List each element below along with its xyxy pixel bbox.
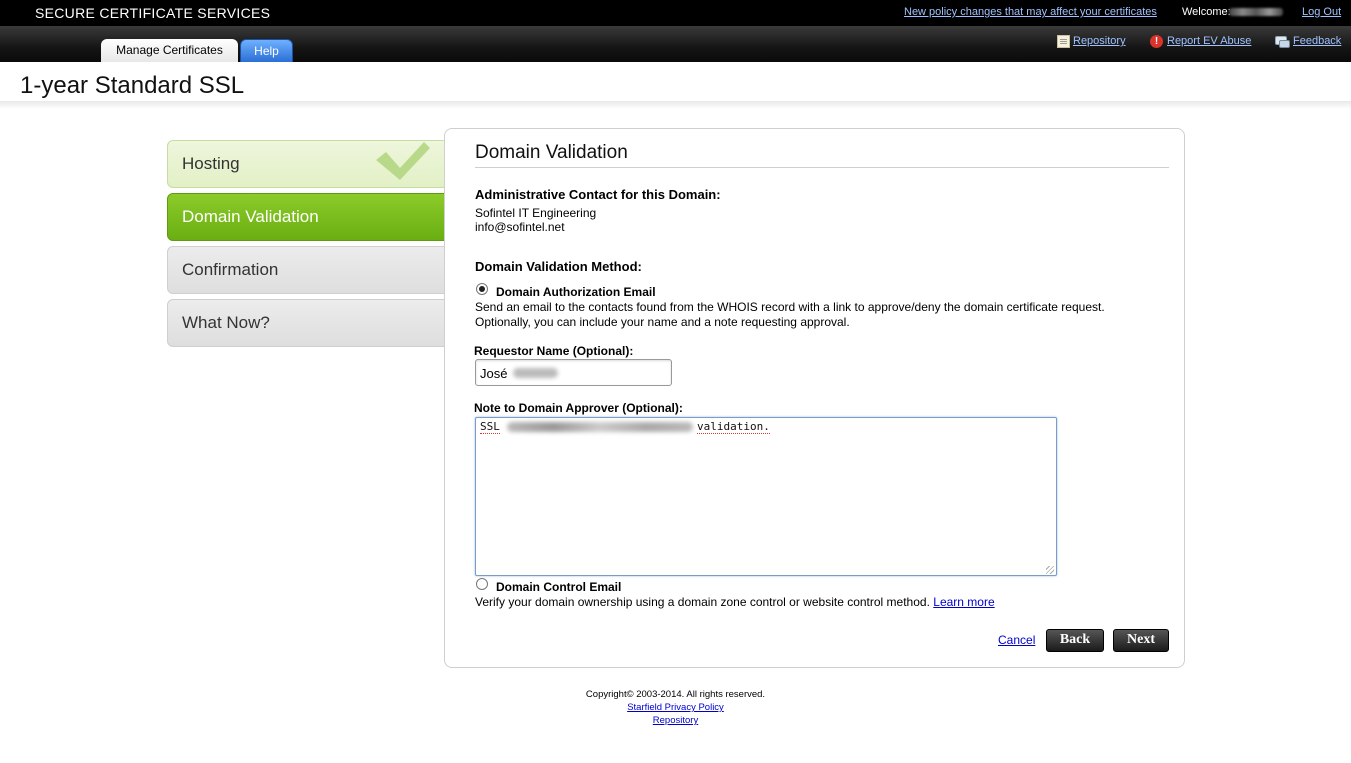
requestor-name-label: Requestor Name (Optional): <box>474 344 634 358</box>
brand-title: SECURE CERTIFICATE SERVICES <box>35 5 271 21</box>
nav-bar: Manage Certificates Help Repository ! Re… <box>0 26 1351 62</box>
title-divider <box>0 101 1351 109</box>
step-domain-validation[interactable]: Domain Validation <box>167 193 445 241</box>
note-text-end: validation. <box>697 420 770 434</box>
logout-link[interactable]: Log Out <box>1302 6 1341 18</box>
back-button[interactable]: Back <box>1046 629 1104 652</box>
footer-privacy-row: Starfield Privacy Policy <box>0 702 1351 713</box>
cancel-link[interactable]: Cancel <box>998 633 1035 647</box>
admin-org: Sofintel IT Engineering <box>475 206 597 220</box>
control-email-description: Verify your domain ownership using a dom… <box>475 595 930 609</box>
next-button[interactable]: Next <box>1113 629 1169 652</box>
note-textarea[interactable] <box>475 417 1057 576</box>
footer-repository-row: Repository <box>0 715 1351 726</box>
radio-domain-authorization-email[interactable] <box>476 283 488 295</box>
feedback-link[interactable]: Feedback <box>1293 35 1341 47</box>
admin-email: info@sofintel.net <box>475 220 565 234</box>
report-ev-abuse-link[interactable]: Report EV Abuse <box>1167 35 1251 47</box>
admin-contact-label: Administrative Contact for this Domain: <box>475 187 721 202</box>
panel-title: Domain Validation <box>475 142 628 163</box>
method-label: Domain Validation Method: <box>475 259 642 274</box>
welcome-label: Welcome: <box>1182 6 1231 18</box>
option-auth-email-label: Domain Authorization Email <box>496 285 656 299</box>
option-control-email-label: Domain Control Email <box>496 580 622 594</box>
option-auth-email-desc-2: Optionally, you can include your name an… <box>475 315 850 329</box>
policy-changes-link[interactable]: New policy changes that may affect your … <box>904 6 1157 18</box>
alert-icon: ! <box>1150 35 1163 48</box>
option-auth-email-desc-1: Send an email to the contacts found from… <box>475 300 1105 314</box>
redacted-surname <box>513 368 558 378</box>
tab-help[interactable]: Help <box>240 39 293 62</box>
note-text-start: SSL <box>480 420 500 434</box>
requestor-name-value: José <box>480 366 508 381</box>
redacted-username <box>1229 8 1283 16</box>
option-control-email-desc: Verify your domain ownership using a dom… <box>475 595 995 609</box>
footer-copyright: Copyright© 2003-2014. All rights reserve… <box>585 689 766 700</box>
document-icon <box>1057 35 1070 48</box>
page-title: 1-year Standard SSL <box>20 72 245 99</box>
tab-manage-certificates[interactable]: Manage Certificates <box>101 39 238 62</box>
note-label: Note to Domain Approver (Optional): <box>474 401 683 415</box>
step-what-now[interactable]: What Now? <box>167 299 445 347</box>
footer-repository-link[interactable]: Repository <box>653 715 698 726</box>
privacy-policy-link[interactable]: Starfield Privacy Policy <box>627 702 724 713</box>
radio-domain-control-email[interactable] <box>476 578 488 590</box>
panel-divider <box>475 167 1169 168</box>
checkmark-icon <box>376 142 430 180</box>
learn-more-link[interactable]: Learn more <box>933 595 994 609</box>
step-confirmation[interactable]: Confirmation <box>167 246 445 294</box>
repository-link[interactable]: Repository <box>1073 35 1126 47</box>
top-bar: SECURE CERTIFICATE SERVICES New policy c… <box>0 0 1351 26</box>
redacted-note-text <box>507 422 693 432</box>
textarea-resize-handle[interactable] <box>1046 566 1054 574</box>
feedback-icon <box>1275 35 1290 48</box>
